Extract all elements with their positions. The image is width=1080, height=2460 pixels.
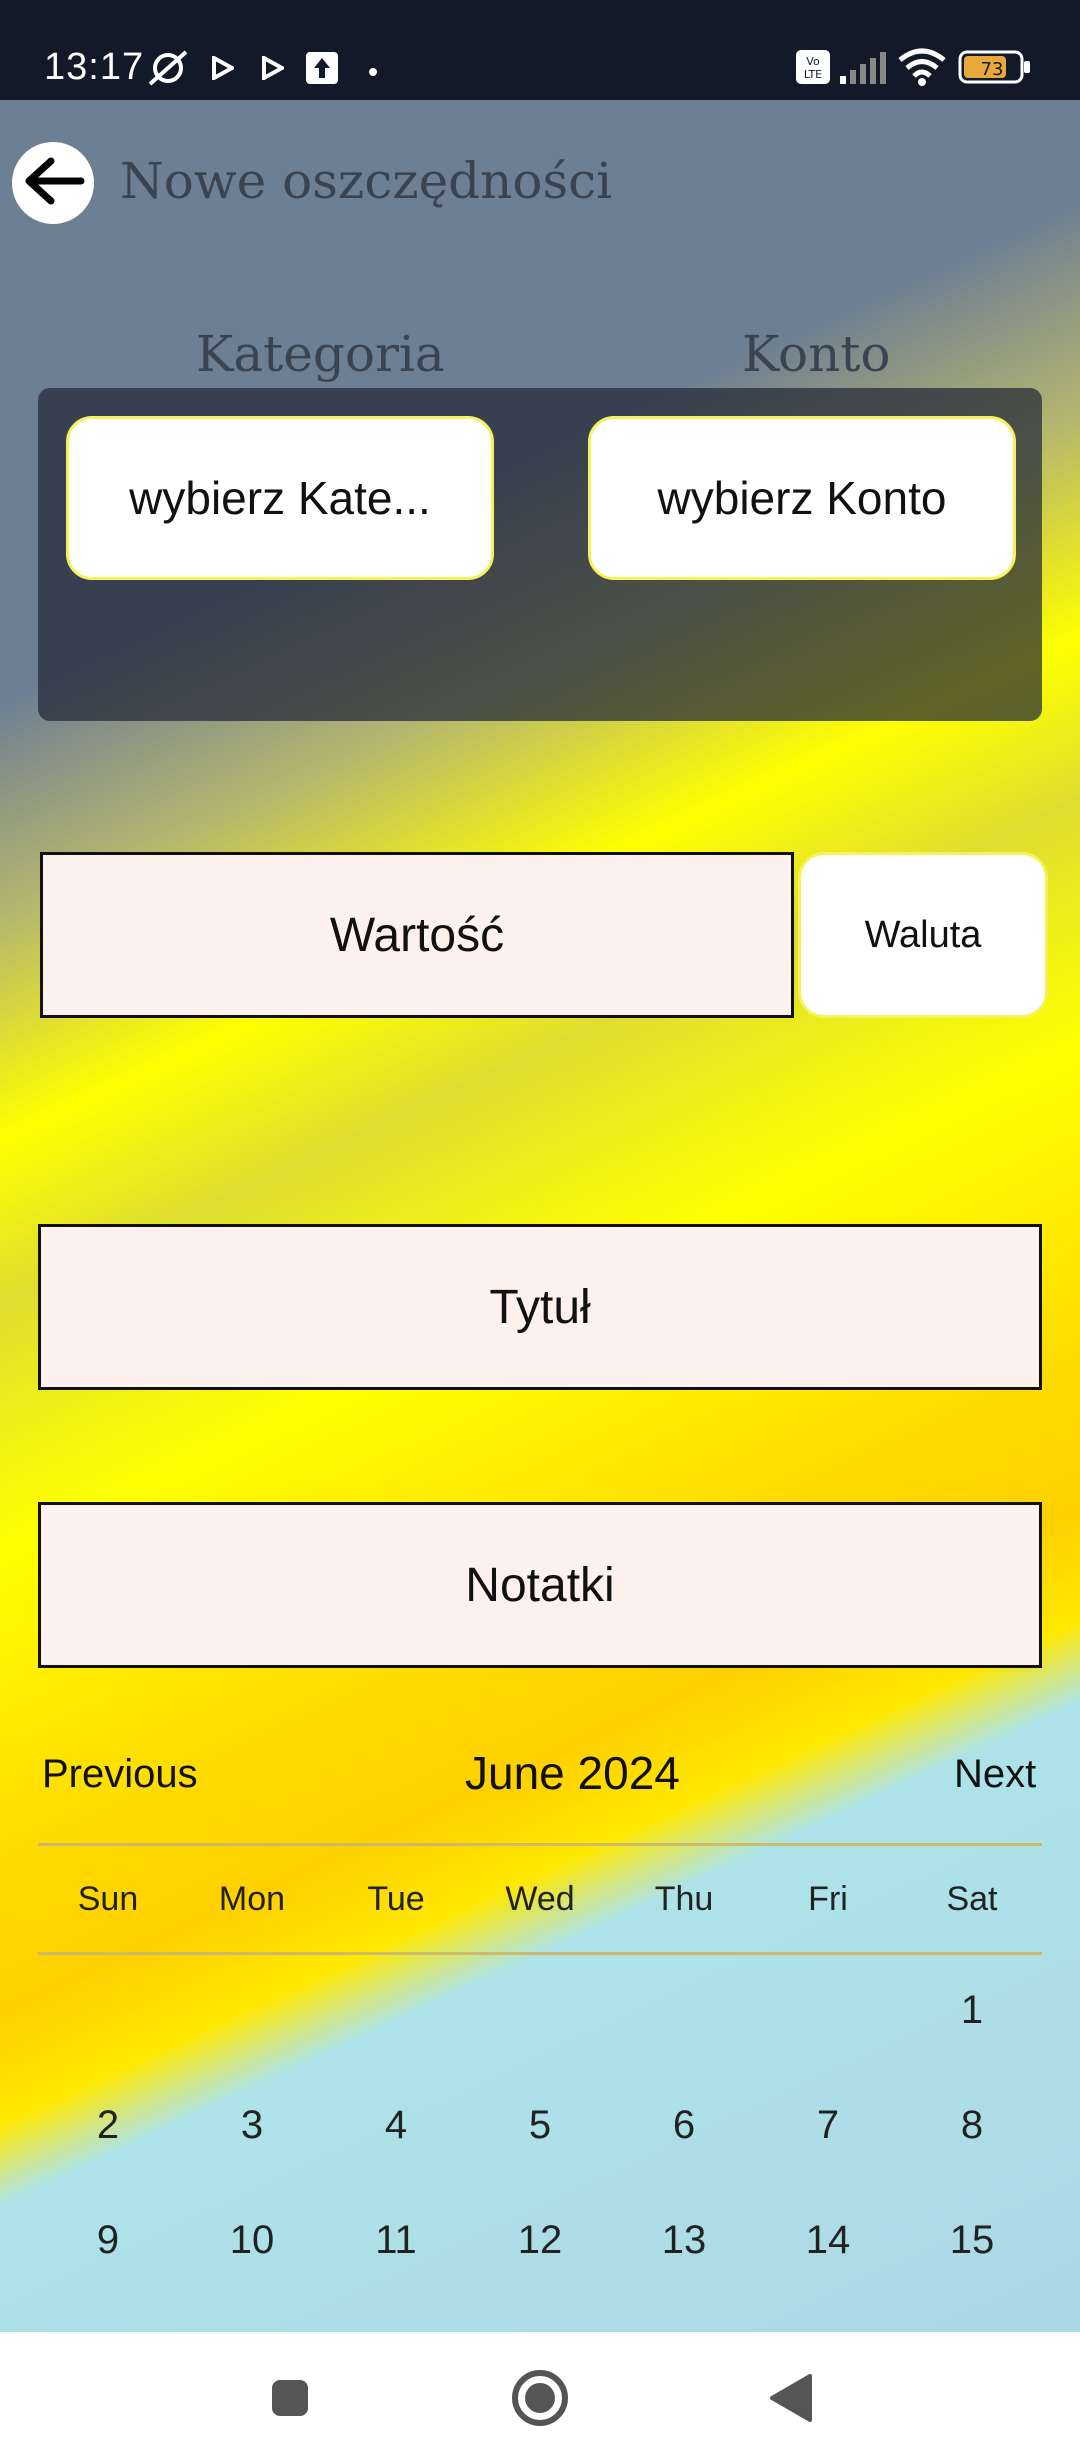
status-time: 13:17 <box>44 46 145 88</box>
upload-icon <box>306 52 338 89</box>
currency-button[interactable]: Waluta <box>798 852 1048 1018</box>
back-triangle-icon[interactable] <box>768 2372 814 2429</box>
weekday-wed: Wed <box>505 1880 575 1918</box>
calendar-day[interactable]: 11 <box>324 2218 468 2263</box>
page-title: Nowe oszczędności <box>120 152 613 210</box>
value-input[interactable]: Wartość <box>40 852 794 1018</box>
title-input[interactable]: Tytuł <box>38 1224 1042 1390</box>
weekday-sat: Sat <box>946 1880 998 1918</box>
signal-icon <box>838 50 888 89</box>
play-icon <box>262 54 287 85</box>
calendar-day[interactable]: 2 <box>36 2103 180 2148</box>
calendar-day[interactable]: 10 <box>180 2218 324 2263</box>
calendar-day[interactable]: 3 <box>180 2103 324 2148</box>
svg-text:Vo: Vo <box>806 55 820 68</box>
wifi-icon <box>898 48 946 91</box>
weekday-thu: Thu <box>654 1880 714 1918</box>
account-select-button[interactable]: wybierz Konto <box>588 416 1016 580</box>
back-button[interactable] <box>12 142 94 224</box>
calendar-divider <box>38 1843 1042 1846</box>
calendar-day[interactable]: 7 <box>756 2103 900 2148</box>
calendar-day[interactable]: 14 <box>756 2218 900 2263</box>
battery-icon: 73 <box>958 50 1032 89</box>
category-select-button[interactable]: wybierz Kate... <box>66 416 494 580</box>
play-icon <box>212 54 237 85</box>
calendar-next-button[interactable]: Next <box>954 1752 1036 1797</box>
weekday-tue: Tue <box>367 1880 425 1918</box>
calendar-month-year: June 2024 <box>465 1746 680 1800</box>
calendar-previous-button[interactable]: Previous <box>42 1752 198 1797</box>
recents-square-icon[interactable] <box>268 2376 312 2425</box>
calendar-year: 2024 <box>577 1747 680 1799</box>
svg-text:LTE: LTE <box>804 68 822 81</box>
volte-icon: Vo LTE <box>796 50 830 89</box>
calendar-day[interactable]: 15 <box>900 2218 1044 2263</box>
dot-icon <box>368 64 378 82</box>
weekday-mon: Mon <box>218 1880 286 1918</box>
arrow-left-icon <box>21 155 85 212</box>
status-bar: 13:17 Vo LTE 73 <box>0 0 1080 100</box>
calendar-day[interactable]: 4 <box>324 2103 468 2148</box>
calendar-day[interactable]: 5 <box>468 2103 612 2148</box>
calendar-day[interactable]: 8 <box>900 2103 1044 2148</box>
calendar-divider <box>38 1952 1042 1955</box>
calendar-day[interactable]: 6 <box>612 2103 756 2148</box>
home-circle-icon[interactable] <box>510 2368 570 2433</box>
notes-input[interactable]: Notatki <box>38 1502 1042 1668</box>
app-content: Nowe oszczędności Kategoria Konto wybier… <box>0 100 1080 2332</box>
category-label: Kategoria <box>196 325 445 383</box>
weekday-fri: Fri <box>808 1880 848 1918</box>
calendar-day[interactable]: 9 <box>36 2218 180 2263</box>
account-label: Konto <box>742 325 891 383</box>
weekday-sun: Sun <box>77 1880 139 1918</box>
calendar-month: June <box>465 1747 565 1799</box>
calendar-day[interactable]: 12 <box>468 2218 612 2263</box>
calendar-day[interactable]: 13 <box>612 2218 756 2263</box>
calendar-day[interactable]: 1 <box>900 1988 1044 2033</box>
navigation-bar <box>0 2332 1080 2460</box>
svg-text:73: 73 <box>981 59 1004 80</box>
muted-alarm-icon <box>146 48 190 93</box>
